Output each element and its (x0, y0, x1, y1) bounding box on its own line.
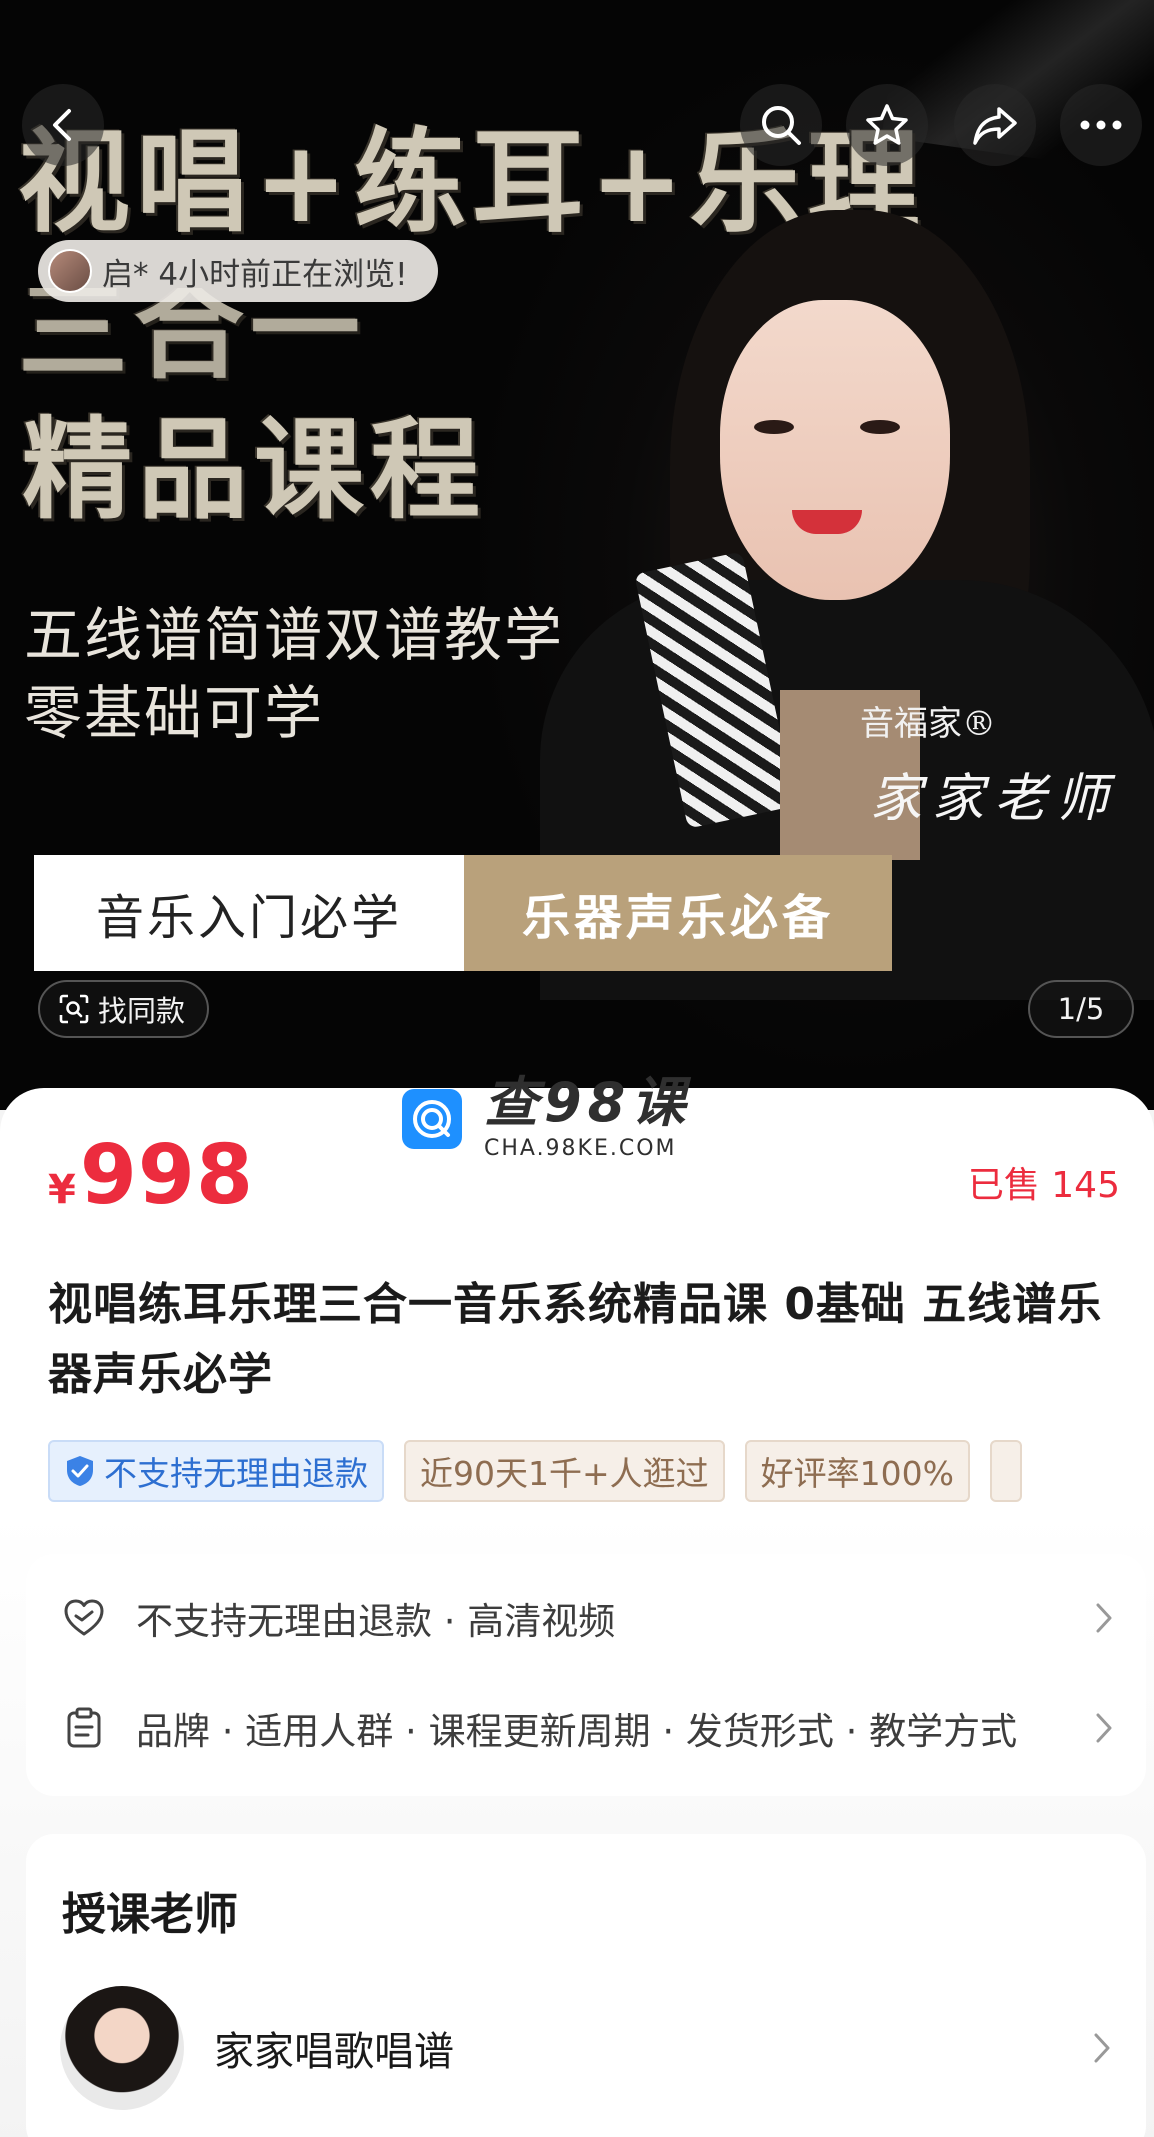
chip-visitors[interactable]: 近90天1千+人逛过 (404, 1440, 725, 1502)
watermark-sub: CHA.98KE.COM (484, 1136, 677, 1161)
hero-tag-strip: 音乐入门必学 乐器声乐必备 (34, 855, 892, 971)
product-title: 视唱练耳乐理三合一音乐系统精品课 0基础 五线谱乐器声乐必学 (48, 1279, 1103, 1400)
teacher-name: 家家唱歌唱谱 (214, 2029, 454, 2075)
price: ¥ 998 (48, 1128, 254, 1223)
chip-rating[interactable]: 好评率100% (744, 1440, 970, 1502)
chip-refund-label: 不支持无理由退款 (104, 1454, 368, 1493)
recent-browse-notice: 启* 4小时前正在浏览! (38, 240, 438, 302)
hero-teacher-signature: 家家老师 (870, 769, 1119, 829)
sold-count: 已售 145 (967, 1165, 1120, 1206)
hero-brand: 音福家® (860, 704, 996, 744)
back-button[interactable] (22, 84, 104, 166)
browse-notice-text: 启* 4小时前正在浏览! (102, 256, 408, 293)
chip-visitors-label: 近90天1千+人逛过 (420, 1454, 709, 1493)
portrait-lips (792, 510, 862, 534)
image-pager: 1/5 (1028, 980, 1134, 1038)
share-button[interactable] (954, 84, 1036, 166)
watermark-main: 查98课 (484, 1071, 692, 1134)
scan-search-icon (59, 994, 89, 1024)
product-chips: 不支持无理由退款 近90天1千+人逛过 好评率100% (48, 1440, 1154, 1504)
chip-refund-policy[interactable]: 不支持无理由退款 (48, 1440, 384, 1502)
find-same-label: 找同款 (98, 994, 186, 1028)
find-same-button[interactable]: 找同款 (38, 980, 210, 1038)
chevron-right-icon (1084, 2031, 1120, 2065)
clipboard-icon (67, 1707, 101, 1748)
search-icon (762, 106, 801, 145)
chevron-left-icon (53, 109, 71, 141)
portrait-face (720, 300, 950, 600)
shield-check-icon (67, 1456, 93, 1486)
service-row[interactable]: 不支持无理由退款 · 高清视频 (62, 1588, 1122, 1648)
chip-rating-label: 好评率100% (760, 1454, 954, 1493)
more-dots-icon (1080, 120, 1122, 130)
service-text: 不支持无理由退款 · 高清视频 (136, 1600, 616, 1643)
chevron-right-icon (1086, 1601, 1122, 1635)
portrait-eye-left (754, 420, 794, 434)
teacher-row[interactable]: 家家唱歌唱谱 (60, 1986, 1120, 2110)
chevron-right-icon (1086, 1711, 1122, 1745)
watermark-logo-icon (402, 1088, 462, 1149)
hero-tag-left: 音乐入门必学 (34, 855, 464, 971)
search-button[interactable] (740, 84, 822, 166)
hero-tag-right: 乐器声乐必备 (464, 855, 892, 971)
teacher-section-title: 授课老师 (62, 1889, 238, 1940)
product-detail-page: 视唱+练耳+乐理 三合一 精品课程 五线谱简谱双谱教学 零基础可学 音福家® 家… (0, 0, 1154, 2137)
share-arrow-icon (973, 107, 1017, 145)
hero-brush-course: 精品课程 (22, 405, 486, 534)
currency-symbol: ¥ (48, 1167, 76, 1213)
info-card: 不支持无理由退款 · 高清视频 品牌 · 适用人群 · 课程更新周期 · 发货形… (26, 1554, 1146, 1796)
more-button[interactable] (1060, 84, 1142, 166)
teacher-avatar (60, 1986, 184, 2110)
favorite-button[interactable] (846, 84, 928, 166)
hero-banner[interactable]: 视唱+练耳+乐理 三合一 精品课程 五线谱简谱双谱教学 零基础可学 音福家® 家… (0, 0, 1154, 1110)
watermark: 查98课 CHA.98KE.COM (402, 1076, 691, 1161)
browser-avatar (48, 249, 92, 293)
hero-subtitle-1: 五线谱简谱双谱教学 (24, 601, 565, 669)
watermark-text: 查98课 CHA.98KE.COM (484, 1071, 692, 1162)
price-value: 998 (79, 1128, 255, 1223)
teacher-card: 授课老师 家家唱歌唱谱 (26, 1834, 1146, 2137)
portrait-eye-right (860, 420, 900, 434)
chip-overflow[interactable] (989, 1440, 1022, 1502)
attributes-text: 品牌 · 适用人群 · 课程更新周期 · 发货形式 · 教学方式 (136, 1710, 1018, 1753)
attributes-row[interactable]: 品牌 · 适用人群 · 课程更新周期 · 发货形式 · 教学方式 (62, 1698, 1122, 1758)
hero-subtitle-2: 零基础可学 (24, 679, 325, 747)
heart-shield-icon (64, 1599, 104, 1636)
star-icon (866, 104, 908, 145)
